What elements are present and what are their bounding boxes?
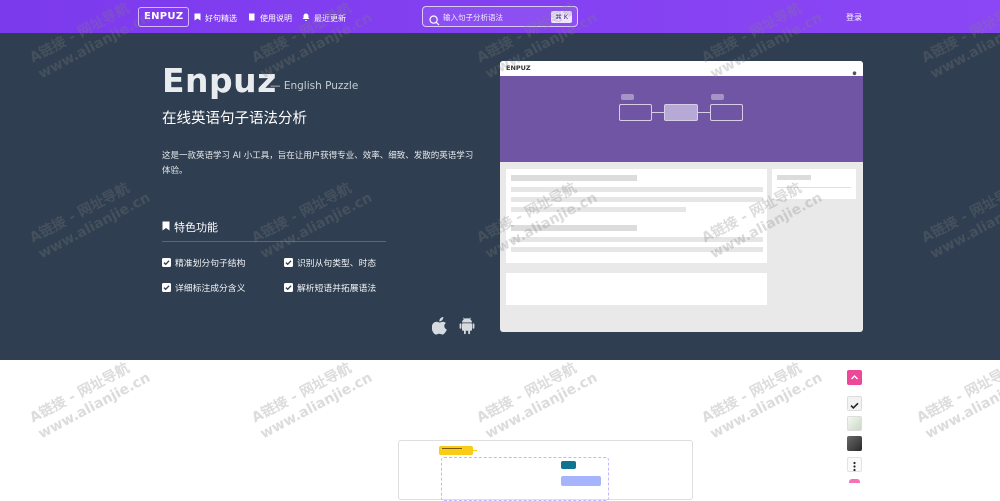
- preview-line: [511, 197, 763, 202]
- preview-node: [710, 104, 743, 121]
- preview-line: [777, 175, 811, 180]
- check-icon: [162, 283, 171, 292]
- nav-label: 使用说明: [260, 13, 292, 23]
- android-icon[interactable]: [459, 317, 475, 339]
- preview-side-card: [772, 169, 856, 199]
- feature-label: 精准划分句子结构: [175, 259, 246, 269]
- feature-item: 精准划分句子结构: [162, 256, 245, 269]
- nav-item-updates[interactable]: 最近更新: [302, 12, 346, 24]
- preview-tag: [711, 94, 724, 100]
- word-node: [561, 476, 601, 486]
- app-preview-screenshot: ENPUZ: [500, 61, 863, 332]
- light-theme-swatch[interactable]: [847, 416, 862, 431]
- search-shortcut-badge: ⌘ K: [551, 11, 572, 23]
- preview-node: [619, 104, 652, 121]
- divider: [162, 241, 386, 242]
- book-icon: [248, 13, 256, 23]
- preview-line: [511, 237, 763, 242]
- check-icon[interactable]: [847, 396, 862, 411]
- preview-connector: [698, 112, 710, 113]
- top-navbar: ENPUZ 好句精选 使用说明 最近更新 输入句子分析语法 ⌘ K 登录: [0, 0, 1000, 33]
- search-placeholder: 输入句子分析语法: [443, 13, 503, 22]
- preview-tag: [621, 94, 634, 100]
- check-icon: [284, 283, 293, 292]
- preview-input-card: [506, 273, 767, 305]
- tool-badge: [849, 479, 860, 483]
- nav-item-guide[interactable]: 使用说明: [248, 12, 292, 24]
- component-tag: [561, 461, 576, 469]
- feature-item: 详细标注成分含义: [162, 281, 245, 294]
- preview-node: [664, 104, 698, 121]
- brand-subtitle: — English Puzzle: [270, 80, 359, 92]
- preview-content-card: [506, 169, 767, 263]
- preview-logo: ENPUZ: [506, 64, 531, 72]
- feature-label: 详细标注成分含义: [175, 284, 246, 294]
- feature-item: 识别从句类型、时态: [284, 256, 376, 269]
- preview-topbar: ENPUZ: [500, 61, 863, 79]
- preview-diagram-band: [500, 76, 863, 162]
- clause-tag: [439, 446, 473, 455]
- nav-label: 好句精选: [205, 13, 237, 23]
- apple-icon[interactable]: [431, 317, 448, 339]
- bookmark-icon: [162, 221, 170, 234]
- search-icon: [429, 11, 440, 30]
- nav-label: 最近更新: [314, 13, 346, 23]
- dark-theme-swatch[interactable]: [847, 436, 862, 451]
- connector: [471, 450, 477, 451]
- preview-line: [511, 175, 637, 181]
- tool-palette-button[interactable]: [847, 370, 862, 385]
- check-icon: [284, 258, 293, 267]
- feature-label: 识别从句类型、时态: [297, 259, 377, 269]
- preview-line: [511, 225, 637, 231]
- bell-icon: [302, 13, 310, 23]
- bookmark-icon: [194, 13, 201, 23]
- feature-label: 解析短语并拓展语法: [297, 284, 377, 294]
- preview-line: [777, 187, 851, 188]
- example-diagram-card: [398, 440, 693, 501]
- feature-item: 解析短语并拓展语法: [284, 281, 376, 294]
- logo[interactable]: ENPUZ: [138, 7, 190, 27]
- hero-description: 这是一款英语学习 AI 小工具，旨在让用户获得专业、效率、细致、发散的英语学习体…: [162, 151, 474, 176]
- preview-connector: [652, 112, 664, 113]
- login-link[interactable]: 登录: [846, 12, 862, 23]
- features-heading-label: 特色功能: [174, 221, 218, 234]
- nav-item-featured[interactable]: 好句精选: [194, 12, 237, 24]
- hero-section: Enpuz — English Puzzle 在线英语句子语法分析 这是一款英语…: [0, 33, 1000, 360]
- preview-line: [511, 247, 763, 252]
- hero-headline: 在线英语句子语法分析: [162, 111, 307, 127]
- search-input[interactable]: 输入句子分析语法 ⌘ K: [422, 6, 578, 27]
- brand-title: Enpuz: [162, 61, 277, 100]
- more-options-icon[interactable]: [847, 457, 862, 472]
- preview-line: [511, 207, 686, 212]
- check-icon: [162, 258, 171, 267]
- features-heading: 特色功能: [162, 219, 218, 235]
- preview-line: [511, 187, 763, 192]
